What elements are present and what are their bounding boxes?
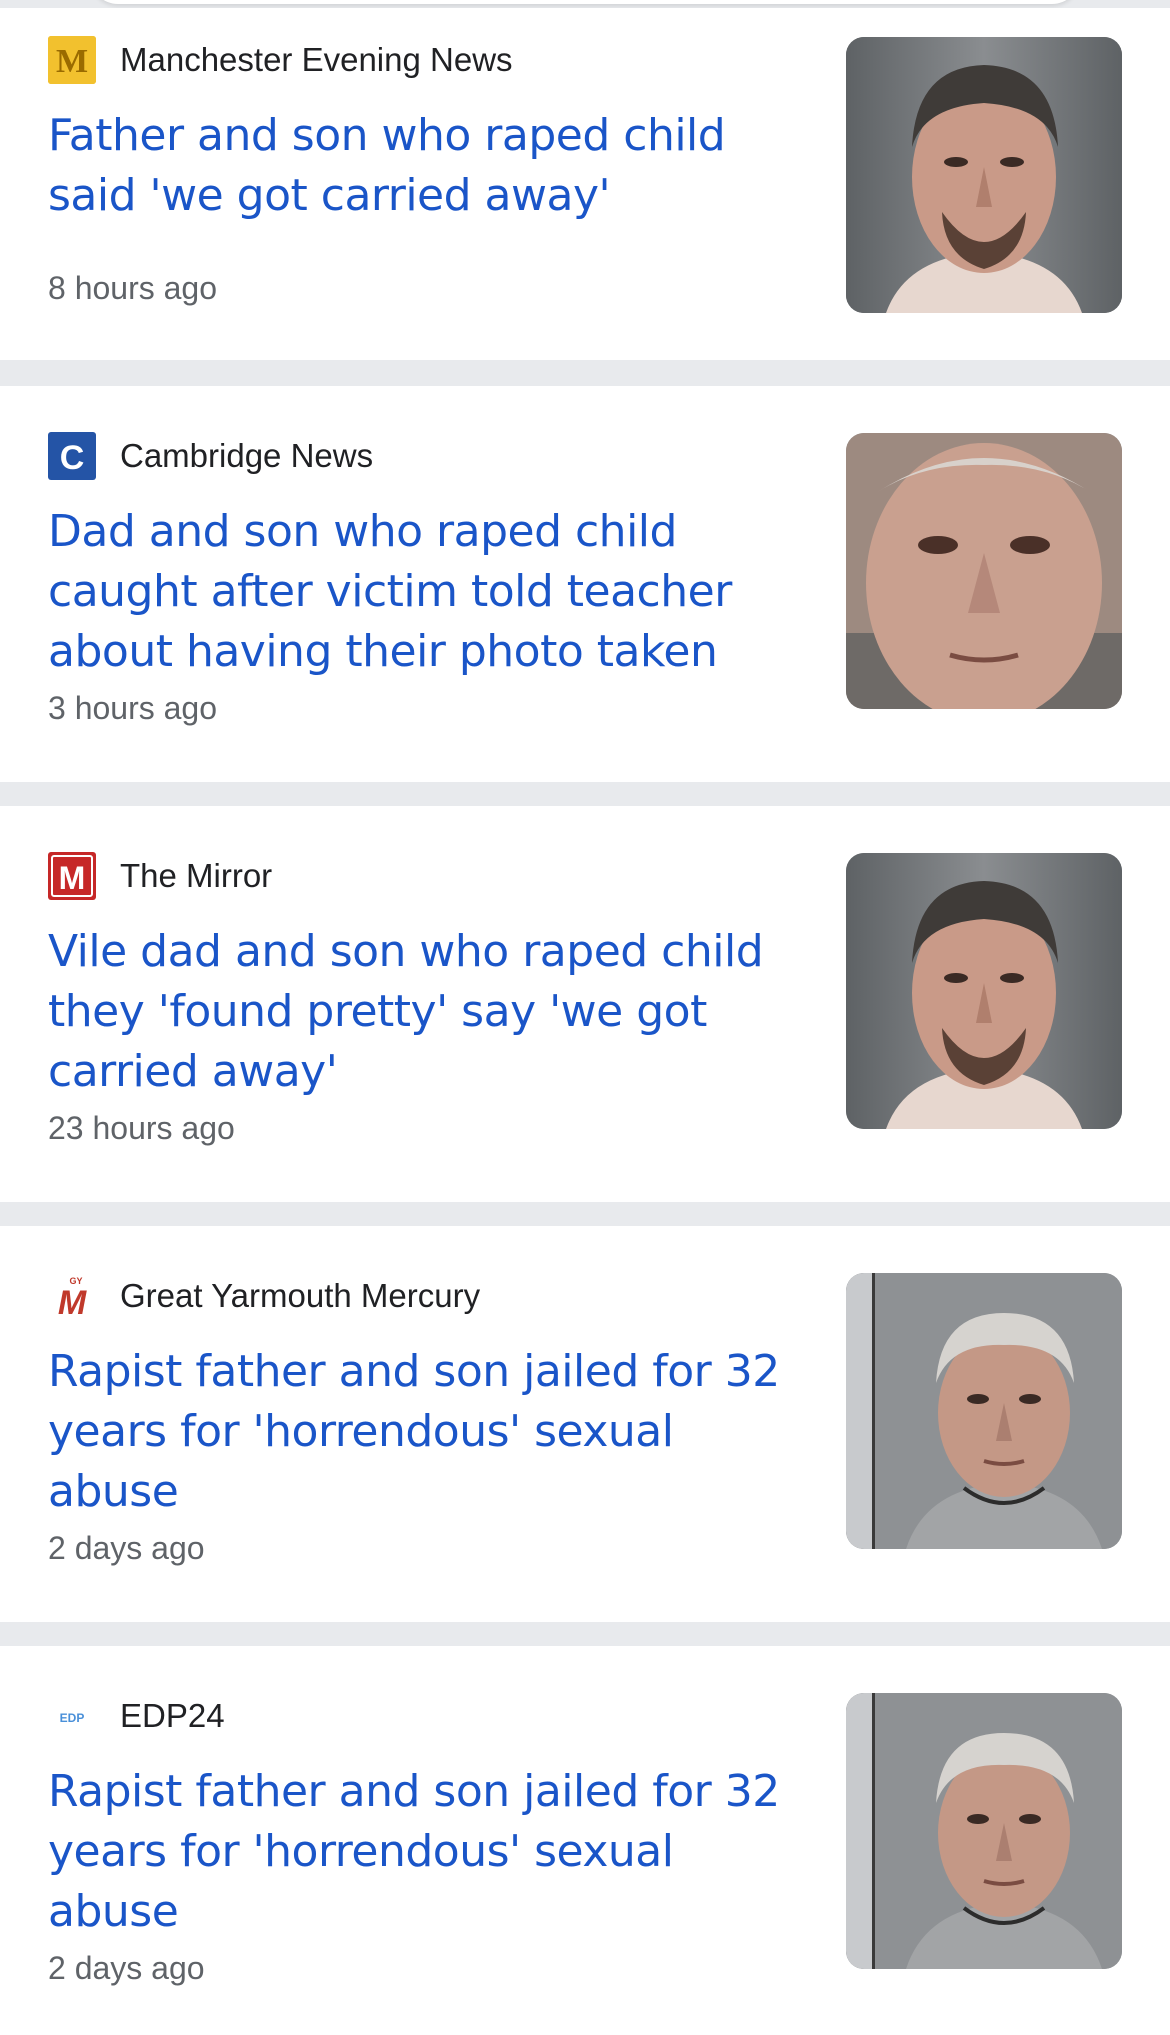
source-name: Cambridge News <box>120 437 374 474</box>
manchester-evening-news-logo-icon: M <box>48 36 96 84</box>
cambridge-news-logo-icon: C <box>48 432 96 480</box>
article-thumbnail[interactable] <box>846 433 1122 709</box>
news-card[interactable]: M GY Great Yarmouth Mercury Rapist fathe… <box>0 1226 1170 1622</box>
news-card[interactable]: EDP EDP24 Rapist father and son jailed f… <box>0 1646 1170 2035</box>
source-row: C Cambridge News <box>48 432 373 480</box>
source-row: M The Mirror <box>48 852 272 900</box>
svg-text:GY: GY <box>69 1276 82 1286</box>
article-headline[interactable]: Father and son who raped child said 'we … <box>48 106 800 226</box>
svg-text:M: M <box>58 1284 87 1320</box>
article-thumbnail[interactable] <box>846 853 1122 1129</box>
article-thumbnail[interactable] <box>846 37 1122 313</box>
svg-text:M: M <box>56 43 88 80</box>
source-row: M GY Great Yarmouth Mercury <box>48 1272 480 1320</box>
previous-card-edge <box>90 0 1080 4</box>
news-card[interactable]: M The Mirror Vile dad and son who raped … <box>0 806 1170 1202</box>
source-row: M Manchester Evening News <box>48 36 513 84</box>
news-card[interactable]: C Cambridge News Dad and son who raped c… <box>0 386 1170 782</box>
article-thumbnail[interactable] <box>846 1273 1122 1549</box>
great-yarmouth-mercury-logo-icon: M GY <box>48 1272 96 1320</box>
source-name: The Mirror <box>120 857 273 894</box>
article-headline[interactable]: Rapist father and son jailed for 32 year… <box>48 1762 800 1942</box>
source-name: Great Yarmouth Mercury <box>120 1277 481 1314</box>
article-headline[interactable]: Vile dad and son who raped child they 'f… <box>48 922 800 1102</box>
article-timestamp: 23 hours ago <box>48 1110 235 1146</box>
svg-text:EDP: EDP <box>60 1711 85 1725</box>
svg-text:C: C <box>60 439 85 477</box>
source-name: EDP24 <box>120 1697 225 1734</box>
svg-text:M: M <box>59 860 86 896</box>
news-card[interactable]: M Manchester Evening News Father and son… <box>0 8 1170 360</box>
source-name: Manchester Evening News <box>120 41 513 78</box>
article-thumbnail[interactable] <box>846 1693 1122 1969</box>
the-mirror-logo-icon: M <box>48 852 96 900</box>
edp24-logo-icon: EDP <box>48 1692 96 1740</box>
article-headline[interactable]: Dad and son who raped child caught after… <box>48 502 800 682</box>
article-timestamp: 2 days ago <box>48 1530 205 1566</box>
article-timestamp: 3 hours ago <box>48 690 218 726</box>
top-sheet-edge <box>0 0 1170 8</box>
article-timestamp: 2 days ago <box>48 1950 205 1986</box>
article-headline[interactable]: Rapist father and son jailed for 32 year… <box>48 1342 800 1522</box>
source-row: EDP EDP24 <box>48 1692 225 1740</box>
article-timestamp: 8 hours ago <box>48 270 218 306</box>
